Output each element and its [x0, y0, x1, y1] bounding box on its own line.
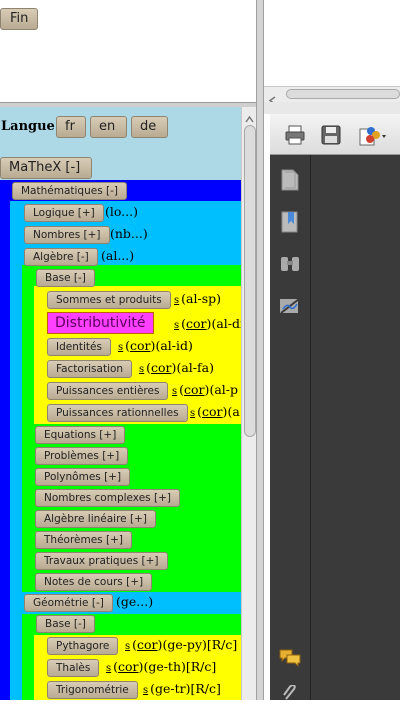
print-icon[interactable]	[284, 124, 306, 146]
item-puissances-entieres-button[interactable]: Puissances entières	[47, 382, 169, 400]
s-link[interactable]: s	[143, 685, 148, 696]
scroll-thumb[interactable]	[244, 125, 256, 437]
binoculars-icon[interactable]	[279, 253, 301, 273]
frame-divider[interactable]	[256, 0, 264, 700]
logique-code: (lo...)	[105, 204, 138, 219]
code-text: (al-fa)	[176, 360, 214, 375]
cor-link[interactable]: cor	[184, 382, 205, 397]
code-text: (al-p	[209, 382, 238, 397]
item-pythagore-button[interactable]: Pythagore	[47, 637, 119, 655]
frame-gap	[264, 102, 400, 114]
s-link[interactable]: s	[106, 663, 111, 674]
s-link[interactable]: s	[139, 364, 144, 375]
attach-icon[interactable]	[282, 683, 298, 700]
nombres-code: (nb...)	[110, 226, 148, 241]
item-distributivite-links: s (cor)(al-di	[174, 315, 241, 335]
s-link[interactable]: s	[118, 342, 123, 353]
s-link[interactable]: s	[174, 320, 179, 331]
item-puissances-rationnelles-links: s (cor)(a	[190, 404, 240, 419]
pdf-nav-pane	[270, 155, 310, 700]
scroll-left-arrow-icon[interactable]	[268, 90, 277, 105]
code-text: (a	[227, 404, 240, 419]
s-link[interactable]: s	[174, 295, 179, 306]
nombres-button[interactable]: Nombres [+]	[24, 226, 110, 244]
cor-link[interactable]: cor	[151, 360, 172, 375]
right-top-frame	[264, 0, 400, 86]
pdf-toolbar	[270, 114, 400, 155]
math-button[interactable]: Mathématiques [-]	[12, 182, 127, 200]
code-text: (al-sp)	[181, 291, 221, 306]
item-identites-links: s (cor)(al-id)	[118, 338, 193, 353]
code-text: (al-id)	[155, 338, 193, 353]
notes-de-cours-button[interactable]: Notes de cours [+]	[35, 573, 153, 591]
algebre-code: (al...)	[101, 248, 135, 263]
signature-icon[interactable]	[278, 295, 302, 317]
mathex-button[interactable]: MaTheX [-]	[0, 157, 92, 179]
item-factorisation-button[interactable]: Factorisation	[47, 360, 133, 378]
code-text: (ge-tr)[R/c]	[150, 681, 221, 696]
save-icon[interactable]	[320, 124, 342, 146]
item-thales-links: s (cor)(ge-th)[R/c]	[106, 659, 217, 674]
code-text: (al-di	[211, 316, 241, 331]
pdf-document-area	[310, 155, 400, 700]
algebre-lineaire-button[interactable]: Algèbre linéaire [+]	[35, 510, 156, 528]
bookmark-icon[interactable]	[280, 210, 300, 234]
item-puissances-entieres-links: s (cor)(al-p	[172, 382, 238, 397]
code-text: (ge-py)[R/c]	[162, 637, 238, 652]
geometrie-code: (ge...)	[116, 594, 154, 609]
cor-link[interactable]: cor	[130, 338, 151, 353]
code-text: (ge-th)[R/c]	[143, 659, 217, 674]
s-link[interactable]: s	[125, 641, 130, 652]
cor-link[interactable]: cor	[186, 316, 207, 331]
theoremes-button[interactable]: Théorèmes [+]	[35, 531, 132, 549]
page-icon[interactable]	[280, 168, 300, 192]
cor-link[interactable]: cor	[202, 404, 223, 419]
top-frame	[0, 0, 256, 104]
travaux-pratiques-button[interactable]: Travaux pratiques [+]	[35, 552, 168, 570]
item-distributivite-button[interactable]: Distributivité	[47, 312, 154, 334]
lang-en-button[interactable]: en	[90, 116, 127, 138]
item-trigonometrie-button[interactable]: Trigonométrie	[47, 681, 138, 699]
alg-base-button[interactable]: Base [-]	[36, 269, 95, 287]
s-link[interactable]: s	[190, 408, 195, 419]
distributivite-label: Distributivité	[55, 315, 146, 331]
nombres-complexes-button[interactable]: Nombres complexes [+]	[35, 489, 180, 507]
cor-link[interactable]: cor	[118, 659, 139, 674]
logique-button[interactable]: Logique [+]	[24, 204, 104, 222]
item-pythagore-links: s (cor)(ge-py)[R/c]	[125, 637, 238, 652]
item-thales-button[interactable]: Thalès	[47, 659, 100, 677]
scroll-up-arrow-icon[interactable]	[245, 109, 254, 123]
item-identites-button[interactable]: Identités	[47, 338, 111, 356]
item-factorisation-links: s (cor)(al-fa)	[139, 360, 214, 375]
item-trigonometrie-links: s (ge-tr)[R/c]	[143, 680, 221, 700]
algebre-button[interactable]: Algèbre [-]	[24, 248, 98, 266]
item-puissances-rationnelles-button[interactable]: Puissances rationnelles	[47, 404, 188, 422]
problemes-button[interactable]: Problèmes [+]	[35, 447, 129, 465]
geo-base-button[interactable]: Base [-]	[36, 615, 95, 633]
lang-de-button[interactable]: de	[131, 116, 168, 138]
lang-fr-button[interactable]: fr	[56, 116, 86, 138]
item-sommes-produits-button[interactable]: Sommes et produits	[47, 291, 171, 309]
share-icon[interactable]	[358, 123, 388, 147]
comment-icon[interactable]	[278, 648, 302, 668]
geometrie-button[interactable]: Géométrie [-]	[24, 594, 113, 612]
langue-label: Langue	[1, 119, 55, 134]
menu-panel: Langue fr en de MaTheX [-] Mathématiques…	[0, 107, 241, 700]
equations-button[interactable]: Equations [+]	[35, 426, 126, 444]
h-scroll-thumb[interactable]	[286, 89, 400, 99]
cor-link[interactable]: cor	[137, 637, 158, 652]
h-scrollbar[interactable]	[264, 86, 400, 105]
fin-button[interactable]: Fin	[0, 8, 39, 30]
menu-scrollbar[interactable]	[241, 107, 257, 700]
s-link[interactable]: s	[172, 386, 177, 397]
item-sommes-produits-links: s (al-sp)	[174, 290, 221, 310]
polynomes-button[interactable]: Polynômes [+]	[35, 468, 131, 486]
